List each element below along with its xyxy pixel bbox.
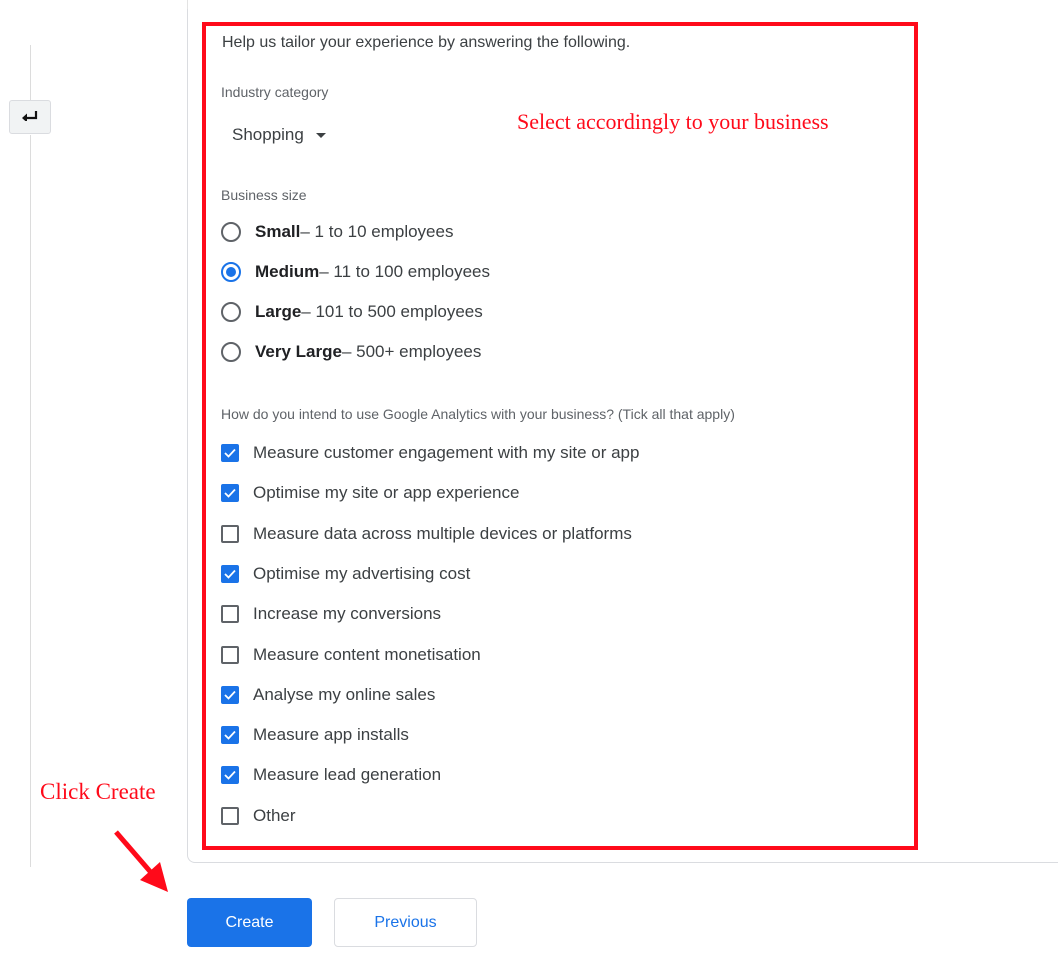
radio-button[interactable] [221, 262, 241, 282]
industry-value: Shopping [232, 125, 304, 144]
usage-option[interactable]: Measure data across multiple devices or … [221, 524, 632, 544]
option-label: Measure data across multiple devices or … [253, 523, 632, 543]
business-size-option[interactable]: Large – 101 to 500 employees [221, 302, 483, 322]
checkmark-icon [224, 569, 236, 579]
usage-option[interactable]: Analyse my online sales [221, 685, 435, 705]
checkmark-icon [224, 448, 236, 458]
return-arrow-icon [22, 108, 38, 126]
option-label: Measure lead generation [253, 765, 442, 785]
option-label: Analyse my online sales [253, 684, 436, 704]
option-label: Increase my conversions [253, 604, 442, 624]
checkmark-icon [224, 771, 236, 781]
previous-button[interactable]: Previous [334, 898, 477, 947]
intro-text: Help us tailor your experience by answer… [222, 34, 631, 51]
business-size-label: Business size [221, 187, 307, 203]
checkbox[interactable] [221, 564, 239, 583]
usage-option[interactable]: Other [221, 806, 296, 826]
checkbox[interactable] [221, 766, 239, 785]
annotation-select-note: Select accordingly to your business [517, 109, 829, 134]
industry-label: Industry category [221, 84, 329, 100]
option-detail: – 1 to 10 employees [300, 222, 454, 241]
checkbox[interactable] [221, 645, 239, 664]
usage-option[interactable]: Increase my conversions [221, 604, 441, 624]
checkbox[interactable] [221, 444, 239, 462]
usage-option[interactable]: Optimise my site or app experience [221, 483, 519, 503]
checkmark-icon [224, 690, 236, 700]
usage-option[interactable]: Measure customer engagement with my site… [221, 443, 639, 463]
checkmark-icon [224, 489, 236, 499]
create-button[interactable]: Create [187, 898, 312, 947]
business-size-option[interactable]: Medium – 11 to 100 employees [221, 262, 490, 282]
option-detail: – 11 to 100 employees [319, 262, 490, 281]
checkbox[interactable] [221, 484, 239, 503]
checkmark-icon [224, 730, 236, 740]
stepper-line [30, 135, 31, 867]
radio-button[interactable] [221, 342, 241, 362]
red-arrow-icon [110, 828, 172, 899]
caret-down-icon [315, 132, 326, 138]
option-label: Measure content monetisation [253, 644, 481, 664]
option-detail: – 101 to 500 employees [301, 302, 483, 321]
card-edge [187, 0, 188, 9]
usage-option[interactable]: Measure content monetisation [221, 645, 481, 665]
usage-label: How do you intend to use Google Analytic… [221, 406, 735, 422]
stepper-line [30, 45, 31, 100]
option-label: Optimise my site or app experience [253, 483, 520, 503]
option-label: Optimise my advertising cost [253, 563, 471, 583]
checkbox[interactable] [221, 726, 239, 745]
business-size-option[interactable]: Small – 1 to 10 employees [221, 222, 453, 242]
radio-button[interactable] [221, 302, 241, 322]
option-name: Very Large [255, 342, 342, 361]
option-label: Other [253, 805, 296, 825]
option-label: Measure app installs [253, 725, 409, 745]
checkbox[interactable] [221, 685, 239, 704]
back-button[interactable] [9, 100, 51, 134]
checkbox[interactable] [221, 605, 239, 624]
option-name: Medium [255, 262, 320, 281]
business-size-option[interactable]: Very Large – 500+ employees [221, 342, 481, 362]
checkbox[interactable] [221, 524, 239, 543]
usage-option[interactable]: Measure app installs [221, 725, 409, 745]
industry-dropdown[interactable]: Shopping [222, 118, 336, 152]
option-label: Measure customer engagement with my site… [253, 443, 640, 462]
radio-button[interactable] [221, 222, 241, 242]
usage-option[interactable]: Optimise my advertising cost [221, 564, 470, 584]
usage-option[interactable]: Measure lead generation [221, 765, 441, 785]
annotation-click-note: Click Create [40, 779, 156, 804]
option-detail: – 500+ employees [341, 342, 482, 361]
option-name: Small [255, 222, 301, 241]
option-name: Large [255, 302, 302, 321]
checkbox[interactable] [221, 806, 239, 825]
